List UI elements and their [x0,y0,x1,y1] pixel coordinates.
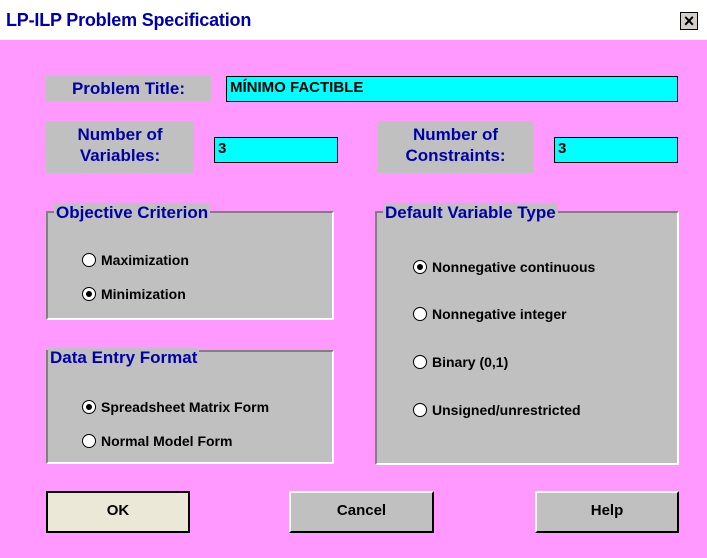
window-title: LP-ILP Problem Specification [6,10,252,30]
radio-unchecked-icon [413,355,427,369]
radio-unchecked-icon [82,253,96,267]
variables-label: Number of Variables: [46,121,194,173]
radio-maximization[interactable]: Maximization [82,252,189,268]
radio-minimization[interactable]: Minimization [82,286,186,302]
variable-type-group-title: Default Variable Type [383,203,558,223]
constraints-label: Number of Constraints: [377,121,534,173]
objective-group-title: Objective Criterion [54,203,211,223]
radio-checked-icon [413,260,427,274]
radio-normal-model[interactable]: Normal Model Form [82,433,232,449]
radio-unchecked-icon [413,307,427,321]
variable-type-group: Default Variable Type Nonnegative contin… [375,203,679,465]
radio-unsigned[interactable]: Unsigned/unrestricted [413,402,581,418]
radio-checked-icon [82,287,96,301]
cancel-button[interactable]: Cancel [289,491,434,533]
radio-maximization-label: Maximization [101,252,189,268]
radio-nonneg-continuous-label: Nonnegative continuous [432,259,596,275]
variables-input[interactable]: 3 [214,137,338,163]
constraints-label-line1: Number of [413,125,498,144]
radio-binary[interactable]: Binary (0,1) [413,354,508,370]
data-entry-group-title: Data Entry Format [48,348,200,368]
variables-label-line1: Number of [77,125,163,144]
objective-group: Objective Criterion Maximization Minimiz… [46,203,334,320]
problem-spec-dialog: LP-ILP Problem Specification × Problem T… [0,0,707,558]
data-entry-group: Data Entry Format Spreadsheet Matrix For… [46,348,334,464]
radio-minimization-label: Minimization [101,286,186,302]
constraints-input[interactable]: 3 [554,137,678,163]
radio-unsigned-label: Unsigned/unrestricted [432,402,581,418]
radio-nonnegative-continuous[interactable]: Nonnegative continuous [413,259,595,275]
radio-normal-label: Normal Model Form [101,433,233,449]
constraints-label-line2: Constraints: [405,146,506,165]
radio-nonneg-integer-label: Nonnegative integer [432,306,567,322]
radio-unchecked-icon [82,434,96,448]
close-icon[interactable]: × [680,12,698,30]
problem-title-label: Problem Title: [46,76,211,102]
title-bar: LP-ILP Problem Specification × [0,0,707,40]
radio-spreadsheet-matrix[interactable]: Spreadsheet Matrix Form [82,399,269,415]
ok-button[interactable]: OK [46,491,190,533]
radio-spreadsheet-label: Spreadsheet Matrix Form [101,399,270,415]
radio-checked-icon [82,400,96,414]
problem-title-input[interactable]: MÍNIMO FACTIBLE [226,76,678,102]
radio-nonnegative-integer[interactable]: Nonnegative integer [413,306,567,322]
help-button[interactable]: Help [535,491,679,533]
radio-unchecked-icon [413,403,427,417]
radio-binary-label: Binary (0,1) [432,354,509,370]
variables-label-line2: Variables: [79,146,161,165]
